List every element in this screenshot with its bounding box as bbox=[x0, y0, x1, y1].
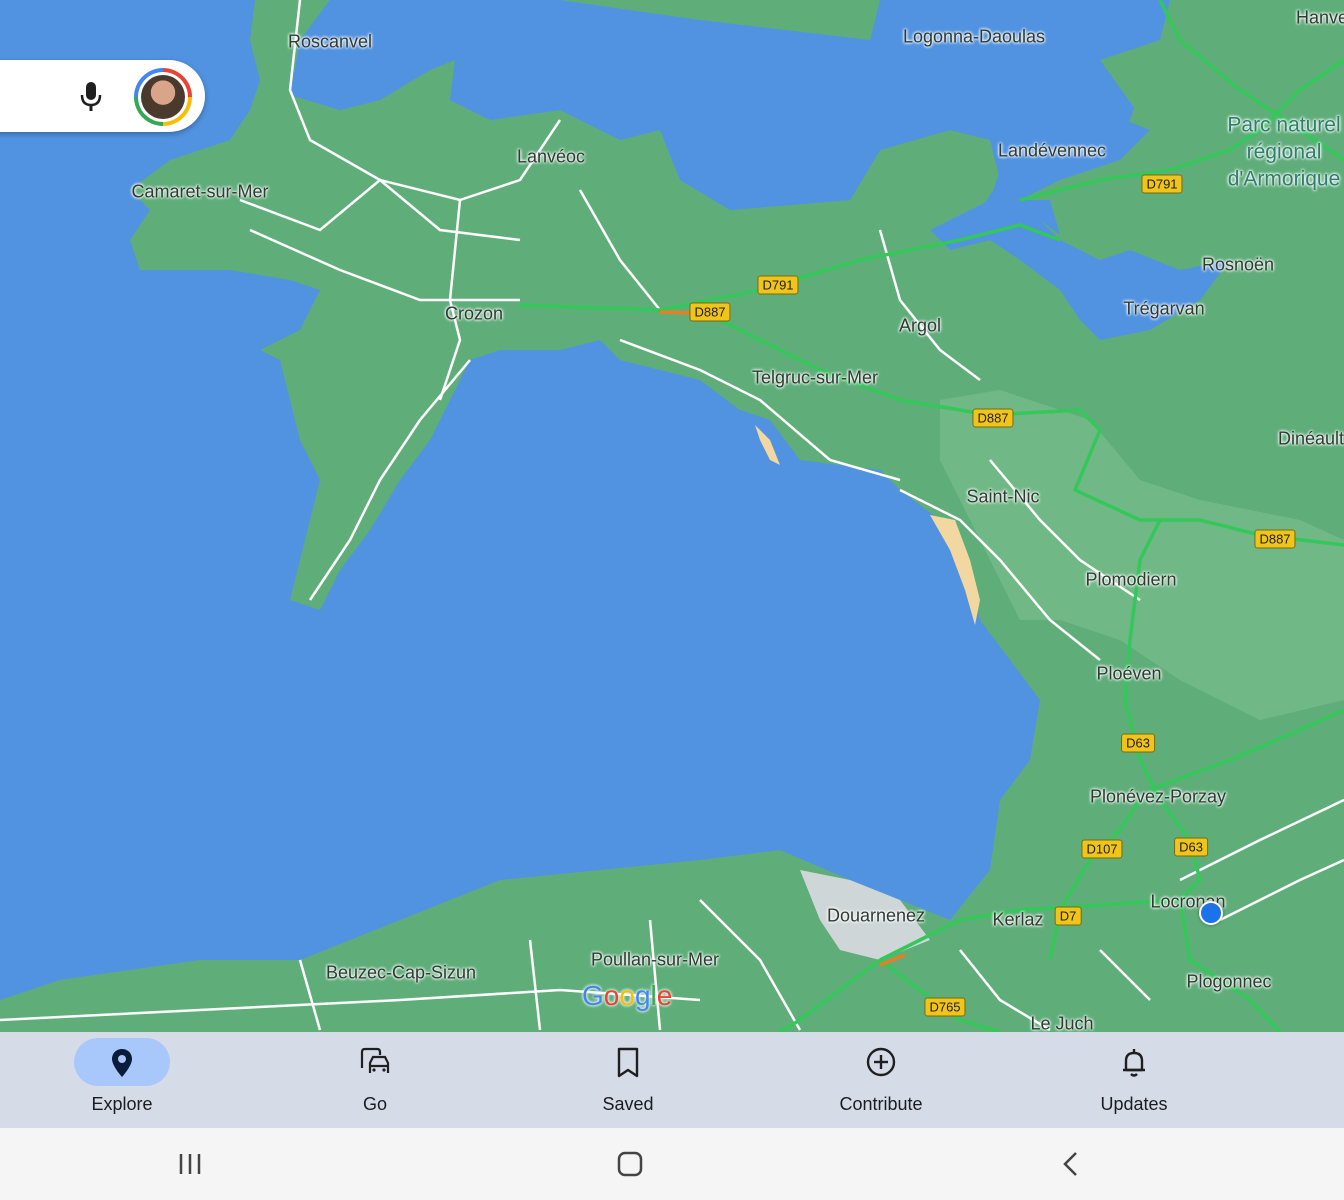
place-label-douarnenez[interactable]: Douarnenez bbox=[827, 906, 925, 927]
place-label-logonna-daoulas[interactable]: Logonna-Daoulas bbox=[903, 27, 1045, 48]
road-shield-d63: D63 bbox=[1174, 837, 1208, 857]
place-label-le-juch[interactable]: Le Juch bbox=[1030, 1014, 1093, 1033]
road-shield-d7: D7 bbox=[1054, 906, 1082, 926]
avatar-photo bbox=[141, 75, 185, 119]
park-label-line-3: d'Armorique bbox=[1227, 167, 1341, 191]
place-label-lanveoc[interactable]: Lanvéoc bbox=[517, 147, 585, 168]
home-icon[interactable] bbox=[616, 1150, 644, 1178]
place-label-telgruc-sur-mer[interactable]: Telgruc-sur-Mer bbox=[752, 368, 878, 389]
google-logo: Google bbox=[582, 980, 673, 1011]
road-shield-d791: D791 bbox=[1141, 174, 1183, 194]
nav-contribute-label: Contribute bbox=[839, 1094, 923, 1114]
profile-avatar[interactable] bbox=[134, 68, 192, 126]
place-label-rosnoen[interactable]: Rosnoën bbox=[1202, 255, 1274, 276]
bookmark-icon bbox=[617, 1047, 639, 1078]
road-shield-d765: D765 bbox=[924, 997, 966, 1017]
place-label-plomodiern[interactable]: Plomodiern bbox=[1085, 570, 1176, 591]
place-label-kerlaz[interactable]: Kerlaz bbox=[992, 910, 1043, 931]
park-label-line-1: Parc naturel bbox=[1227, 113, 1341, 137]
nav-explore[interactable]: Explore bbox=[22, 1032, 222, 1128]
place-label-roscanvel[interactable]: Roscanvel bbox=[288, 32, 372, 53]
park-label-line-2: régional bbox=[1246, 140, 1322, 164]
place-label-plogonnec[interactable]: Plogonnec bbox=[1186, 972, 1271, 993]
place-label-camaret-sur-mer[interactable]: Camaret-sur-Mer bbox=[131, 182, 268, 203]
system-navigation-bar bbox=[0, 1128, 1344, 1200]
place-label-argol[interactable]: Argol bbox=[899, 316, 941, 337]
place-label-beuzec-cap-sizun[interactable]: Beuzec-Cap-Sizun bbox=[326, 963, 476, 984]
place-label-ploeven[interactable]: Ploéven bbox=[1096, 664, 1161, 685]
road-shield-d107: D107 bbox=[1081, 839, 1123, 859]
place-label-hanvec[interactable]: Hanve bbox=[1296, 8, 1344, 29]
current-location-dot[interactable] bbox=[1199, 901, 1223, 925]
road-shield-d887: D887 bbox=[689, 302, 731, 322]
road-shield-d887: D887 bbox=[1254, 529, 1296, 549]
nav-saved-label: Saved bbox=[602, 1094, 654, 1114]
nav-contribute[interactable]: Contribute bbox=[781, 1032, 981, 1128]
park-label[interactable]: Parc naturel régional d'Armorique bbox=[1227, 112, 1340, 193]
place-label-plonevez-porzay[interactable]: Plonévez-Porzay bbox=[1090, 787, 1226, 808]
place-label-tregarvan[interactable]: Trégarvan bbox=[1123, 299, 1204, 320]
add-circle-icon bbox=[866, 1047, 896, 1077]
place-label-poullan-sur-mer[interactable]: Poullan-sur-Mer bbox=[591, 950, 719, 971]
road-shield-d791: D791 bbox=[757, 275, 799, 295]
place-label-crozon[interactable]: Crozon bbox=[445, 304, 503, 325]
car-commute-icon bbox=[360, 1047, 390, 1073]
road-shield-d63: D63 bbox=[1121, 733, 1155, 753]
nav-updates-label: Updates bbox=[1100, 1094, 1168, 1114]
nav-updates[interactable]: Updates bbox=[1034, 1032, 1234, 1128]
bell-icon bbox=[1123, 1049, 1145, 1077]
nav-go-label: Go bbox=[362, 1094, 387, 1114]
place-label-dineault[interactable]: Dinéault bbox=[1278, 429, 1344, 450]
place-label-landevennec[interactable]: Landévennec bbox=[998, 141, 1106, 162]
map-view[interactable]: Roscanvel Logonna-Daoulas Hanve Lanvéoc … bbox=[0, 0, 1344, 1032]
location-pin-icon bbox=[112, 1049, 132, 1077]
nav-explore-label: Explore bbox=[91, 1094, 153, 1114]
nav-saved[interactable]: Saved bbox=[528, 1032, 728, 1128]
recent-apps-icon[interactable] bbox=[176, 1150, 204, 1178]
back-icon[interactable] bbox=[1058, 1150, 1086, 1178]
bottom-navigation: Explore Go Saved Contribute Updates bbox=[0, 1032, 1344, 1128]
road-shield-d887: D887 bbox=[972, 408, 1014, 428]
place-label-saint-nic[interactable]: Saint-Nic bbox=[966, 487, 1039, 508]
map-canvas[interactable] bbox=[0, 0, 1344, 1032]
microphone-icon[interactable] bbox=[78, 80, 104, 114]
nav-go[interactable]: Go bbox=[275, 1032, 475, 1128]
